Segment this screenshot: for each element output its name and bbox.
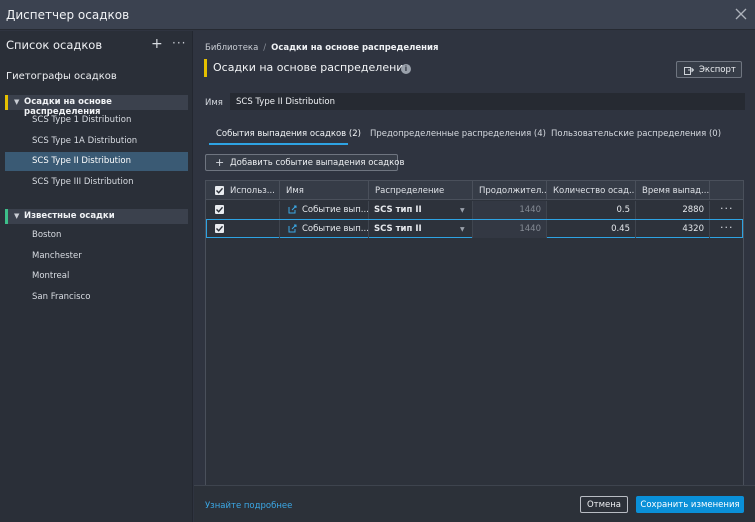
add-rainfall-event-button[interactable]: + Добавить событие выпадения осадков bbox=[205, 154, 405, 171]
chevron-down-icon: ▼ bbox=[14, 212, 20, 220]
tree-item-montreal[interactable]: Montreal bbox=[5, 267, 188, 286]
breadcrumb: Библиотека / Осадки на основе распределени… bbox=[205, 43, 438, 53]
more-icon[interactable]: ··· bbox=[172, 37, 186, 49]
tree-item-label: Manchester bbox=[32, 251, 82, 261]
group-label: Известные осадки bbox=[24, 211, 115, 221]
title-bar: Диспетчер осадков bbox=[0, 0, 755, 30]
sidebar: Список осадков + ··· Гиетографы осадков … bbox=[0, 31, 193, 522]
distribution-value: SCS тип II bbox=[374, 205, 422, 215]
breadcrumb-current: Осадки на основе распределения bbox=[271, 43, 439, 53]
check-icon bbox=[216, 187, 224, 194]
tab-custom-distributions[interactable]: Пользовательские распределения (0) bbox=[551, 129, 721, 139]
name-label: Имя bbox=[205, 98, 223, 108]
amount-cell[interactable]: 0.45 bbox=[547, 220, 636, 238]
tree-item-scs-type-2[interactable]: SCS Type II Distribution bbox=[5, 152, 188, 171]
column-header-time[interactable]: Время выпад... bbox=[636, 181, 710, 200]
tab-predefined-distributions[interactable]: Предопределенные распределения (4) bbox=[370, 129, 546, 139]
select-all-checkbox[interactable] bbox=[215, 186, 224, 195]
footer: Узнайте подробнее Отмена Сохранить измен… bbox=[194, 485, 755, 522]
add-event-label: Добавить событие выпадения осадков bbox=[230, 158, 405, 168]
column-header-duration[interactable]: Продолжител... bbox=[473, 181, 547, 200]
add-icon[interactable]: + bbox=[151, 37, 163, 51]
grid-header: Использ... Имя Распределение Продолжител… bbox=[206, 181, 743, 200]
tab-underline bbox=[209, 143, 348, 145]
chevron-down-icon: ▼ bbox=[460, 226, 465, 233]
tree-item-label: Boston bbox=[32, 230, 62, 240]
amount-cell[interactable]: 0.5 bbox=[547, 201, 636, 219]
chevron-down-icon: ▼ bbox=[14, 98, 20, 106]
check-icon bbox=[216, 225, 224, 232]
tree-item-scs-type-1[interactable]: SCS Type 1 Distribution bbox=[5, 111, 188, 130]
tree-item-manchester[interactable]: Manchester bbox=[5, 247, 188, 266]
row-more-icon[interactable]: ··· bbox=[720, 221, 734, 234]
distribution-value: SCS тип II bbox=[374, 224, 422, 234]
close-icon[interactable] bbox=[735, 8, 747, 20]
chevron-down-icon: ▼ bbox=[460, 207, 465, 214]
table-row[interactable]: Событие вып... SCS тип II ▼ 1440 0.5 288… bbox=[206, 201, 743, 220]
tree-item-san-francisco[interactable]: San Francisco bbox=[5, 288, 188, 307]
info-icon[interactable]: i bbox=[401, 64, 411, 74]
events-grid: Использ... Имя Распределение Продолжител… bbox=[205, 180, 744, 504]
learn-more-link[interactable]: Узнайте подробнее bbox=[205, 501, 292, 511]
distribution-dropdown[interactable]: SCS тип II ▼ bbox=[369, 220, 473, 238]
check-icon bbox=[216, 206, 224, 213]
export-icon bbox=[684, 67, 694, 75]
tree-item-label: SCS Type III Distribution bbox=[32, 177, 134, 187]
duration-cell: 1440 bbox=[473, 201, 547, 219]
tree-item-label: SCS Type 1 Distribution bbox=[32, 115, 132, 125]
save-changes-button[interactable]: Сохранить изменения bbox=[636, 496, 744, 513]
tree-item-label: SCS Type 1A Distribution bbox=[32, 136, 138, 146]
group-header-distribution[interactable]: ▼ Осадки на основе распределения bbox=[5, 95, 188, 117]
export-label: Экспорт bbox=[699, 65, 736, 75]
group-header-known[interactable]: ▼ Известные осадки bbox=[5, 209, 188, 224]
name-cell[interactable]: Событие вып... bbox=[280, 201, 369, 219]
tree-item-label: Montreal bbox=[32, 271, 70, 281]
hyetograph-section-title: Гиетографы осадков bbox=[6, 71, 117, 82]
main-panel: Библиотека / Осадки на основе распределени… bbox=[194, 31, 755, 522]
tree-item-scs-type-3[interactable]: SCS Type III Distribution bbox=[5, 173, 188, 192]
plus-icon: + bbox=[215, 156, 225, 169]
column-header-distribution[interactable]: Распределение bbox=[369, 181, 473, 200]
row-more-icon[interactable]: ··· bbox=[720, 202, 734, 215]
time-cell[interactable]: 2880 bbox=[636, 201, 710, 219]
breadcrumb-separator: / bbox=[263, 43, 267, 53]
column-header-amount[interactable]: Количество осад... bbox=[547, 181, 636, 200]
event-name: Событие вып... bbox=[302, 205, 369, 215]
breadcrumb-root[interactable]: Библиотека bbox=[205, 43, 258, 53]
event-name: Событие вып... bbox=[302, 224, 369, 234]
name-cell[interactable]: Событие вып... bbox=[280, 220, 369, 238]
name-input[interactable] bbox=[230, 93, 745, 110]
tree-item-label: San Francisco bbox=[32, 292, 91, 302]
column-header-name[interactable]: Имя bbox=[280, 181, 369, 200]
tree-item-scs-type-1a[interactable]: SCS Type 1A Distribution bbox=[5, 132, 188, 151]
window-title: Диспетчер осадков bbox=[6, 8, 130, 22]
time-cell[interactable]: 4320 bbox=[636, 220, 710, 238]
row-use-checkbox[interactable] bbox=[215, 224, 224, 233]
cancel-button[interactable]: Отмена bbox=[580, 496, 628, 513]
tree-item-label: SCS Type II Distribution bbox=[32, 156, 131, 166]
edit-icon[interactable] bbox=[288, 224, 297, 233]
tree-item-boston[interactable]: Boston bbox=[5, 226, 188, 245]
edit-icon[interactable] bbox=[288, 205, 297, 214]
tab-rainfall-events[interactable]: События выпадения осадков (2) bbox=[216, 129, 361, 139]
table-row[interactable]: Событие вып... SCS тип II ▼ 1440 0.45 43… bbox=[206, 219, 743, 238]
page-title-wrap: Осадки на основе распределения bbox=[204, 59, 410, 77]
row-use-checkbox[interactable] bbox=[215, 205, 224, 214]
page-title: Осадки на основе распределения bbox=[213, 61, 411, 74]
column-header-use[interactable]: Использ... bbox=[224, 181, 280, 200]
export-button[interactable]: Экспорт bbox=[676, 61, 742, 78]
distribution-dropdown[interactable]: SCS тип II ▼ bbox=[369, 201, 473, 219]
rainfall-list-title: Список осадков bbox=[6, 38, 103, 52]
duration-cell: 1440 bbox=[473, 220, 547, 238]
